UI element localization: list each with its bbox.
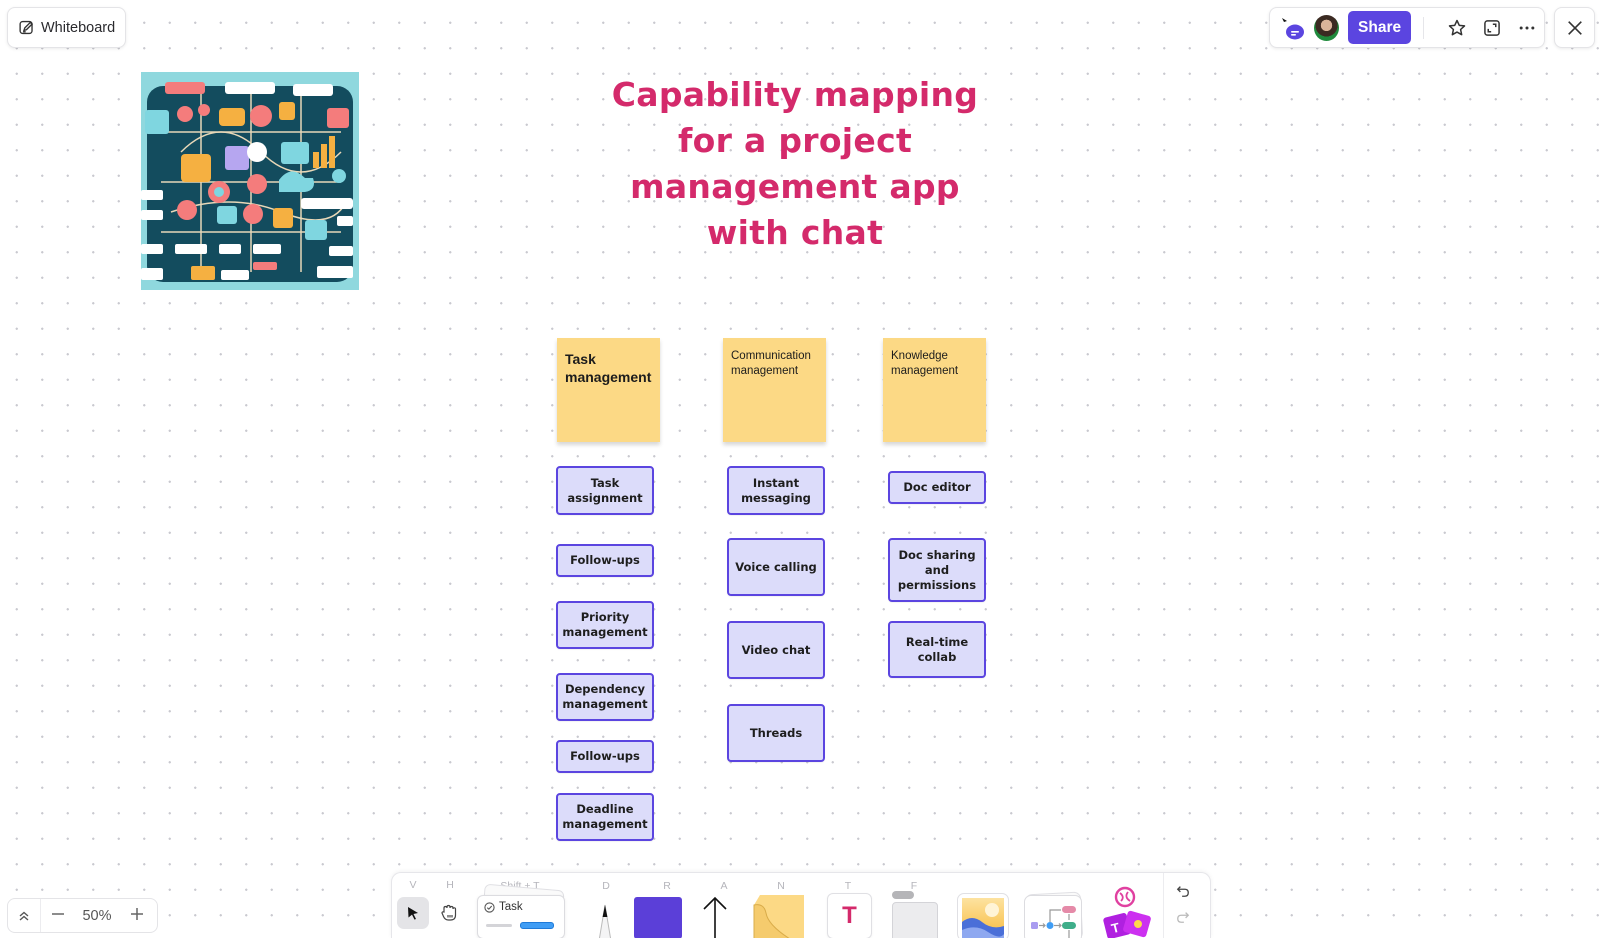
check-circle-icon [484, 901, 495, 913]
double-chevron-up-icon [19, 911, 29, 921]
sticky-note-task-management[interactable]: Task management [557, 338, 660, 442]
card-label: Follow-ups [570, 553, 640, 567]
star-icon [1449, 19, 1466, 35]
card-label: Doc sharing and permissions [897, 547, 977, 592]
capability-card[interactable]: Follow-ups [556, 544, 654, 577]
hand-tool[interactable] [434, 897, 464, 929]
shortcut-draw: D [602, 880, 610, 892]
capability-card[interactable]: Doc editor [888, 471, 986, 504]
card-label: Deadline management [562, 802, 648, 831]
more-options-button[interactable] [1509, 13, 1544, 43]
close-icon [1567, 20, 1582, 35]
board-title[interactable]: Capability mapping for a project managem… [590, 72, 1000, 256]
flowchart-icon [1031, 906, 1076, 938]
card-label: Task assignment [567, 475, 643, 505]
undo-icon [1176, 886, 1189, 897]
sticky-note-knowledge-management[interactable]: Knowledge management [883, 338, 986, 442]
arrow-up-icon [703, 896, 727, 938]
capability-card[interactable]: Follow-ups [556, 740, 654, 773]
shortcut-note: N [777, 880, 785, 892]
select-tool[interactable] [397, 897, 429, 929]
sticky-note-text: Task management [565, 351, 652, 385]
whiteboard-label: Whiteboard [41, 19, 116, 36]
card-label: Follow-ups [570, 749, 640, 763]
sticky-note-text: Communication management [731, 350, 811, 377]
divider [1163, 873, 1164, 938]
capability-card[interactable]: Deadline management [556, 793, 654, 841]
user-avatar[interactable] [1314, 14, 1340, 41]
capability-card[interactable]: Dependency management [556, 673, 654, 721]
zoom-level[interactable]: 50% [74, 908, 120, 924]
shortcut-select: V [409, 879, 417, 891]
capability-card[interactable]: Real-time collab [888, 621, 986, 678]
capability-card[interactable]: Task assignment [556, 466, 654, 515]
bottom-toolbar: V H Shift + T D R A N T F Task [391, 872, 1211, 938]
card-label: Doc editor [903, 480, 971, 494]
divider [1423, 16, 1425, 39]
top-right-toolbar: Share [1269, 7, 1545, 48]
ai-brain-icon: T [1103, 886, 1151, 938]
card-label: Dependency management [562, 682, 648, 711]
pencil-icon [598, 904, 612, 938]
shortcut-hand: H [446, 879, 454, 891]
close-button[interactable] [1554, 7, 1595, 48]
sticky-note-communication-management[interactable]: Communication management [723, 338, 826, 442]
frame-tool[interactable] [892, 891, 940, 938]
title-line: with chat [706, 213, 884, 252]
shortcut-arrow: A [720, 880, 728, 892]
task-tool-label: Task [499, 901, 523, 913]
minus-icon [51, 913, 64, 915]
task-tool[interactable]: Task [477, 881, 565, 938]
card-label: Video chat [741, 642, 811, 657]
image-tool[interactable] [957, 893, 1009, 938]
rectangle-tool[interactable] [634, 897, 682, 938]
sticky-note-tool[interactable] [750, 895, 804, 938]
capability-card[interactable]: Threads [727, 704, 825, 762]
ai-tool[interactable]: T [1097, 885, 1155, 938]
plus-icon [130, 908, 143, 920]
zoom-control: 50% [7, 898, 158, 933]
undo-button[interactable] [1168, 879, 1198, 903]
capability-card[interactable]: Voice calling [727, 538, 825, 596]
title-line: for a project [677, 121, 913, 160]
draw-tool[interactable] [585, 901, 625, 938]
redo-button[interactable] [1168, 905, 1198, 929]
card-label: Priority management [562, 610, 648, 639]
arrow-tool[interactable] [698, 895, 732, 938]
capability-card[interactable]: Instant messaging [727, 466, 825, 515]
whiteboard-edit-icon [19, 20, 33, 35]
diagram-tool[interactable] [1022, 891, 1084, 938]
zoom-out-button[interactable] [41, 905, 74, 926]
card-label: Voice calling [735, 559, 817, 574]
whiteboard-chip[interactable]: Whiteboard [7, 7, 126, 48]
collapse-toggle[interactable] [8, 899, 41, 932]
card-label: Real-time collab [905, 634, 969, 664]
card-label: Threads [749, 725, 803, 740]
title-line: management app [630, 167, 960, 206]
text-t-icon: T [842, 902, 857, 929]
card-label: Instant messaging [741, 475, 811, 505]
capability-map-image[interactable] [141, 72, 359, 290]
chat-icon[interactable] [1280, 16, 1306, 40]
capability-card[interactable]: Video chat [727, 621, 825, 679]
favorite-button[interactable] [1440, 13, 1475, 43]
text-tool[interactable]: T [827, 893, 872, 938]
sticky-note-text: Knowledge management [891, 350, 959, 377]
share-button[interactable]: Share [1348, 11, 1412, 44]
cursor-arrow-icon [408, 907, 418, 920]
zoom-in-button[interactable] [120, 905, 153, 926]
redo-icon [1177, 912, 1190, 923]
capability-card[interactable]: Priority management [556, 601, 654, 649]
title-line: Capability mapping [611, 75, 979, 114]
image-icon [962, 898, 1004, 938]
more-horizontal-icon [1519, 26, 1535, 29]
capability-card[interactable]: Doc sharing and permissions [888, 538, 986, 602]
shortcut-rectangle: R [663, 880, 671, 892]
hand-icon [441, 904, 457, 921]
sticky-note-icon [753, 895, 804, 938]
shortcut-text: T [844, 880, 852, 892]
fullscreen-button[interactable] [1475, 13, 1510, 43]
expand-icon [1484, 19, 1500, 36]
